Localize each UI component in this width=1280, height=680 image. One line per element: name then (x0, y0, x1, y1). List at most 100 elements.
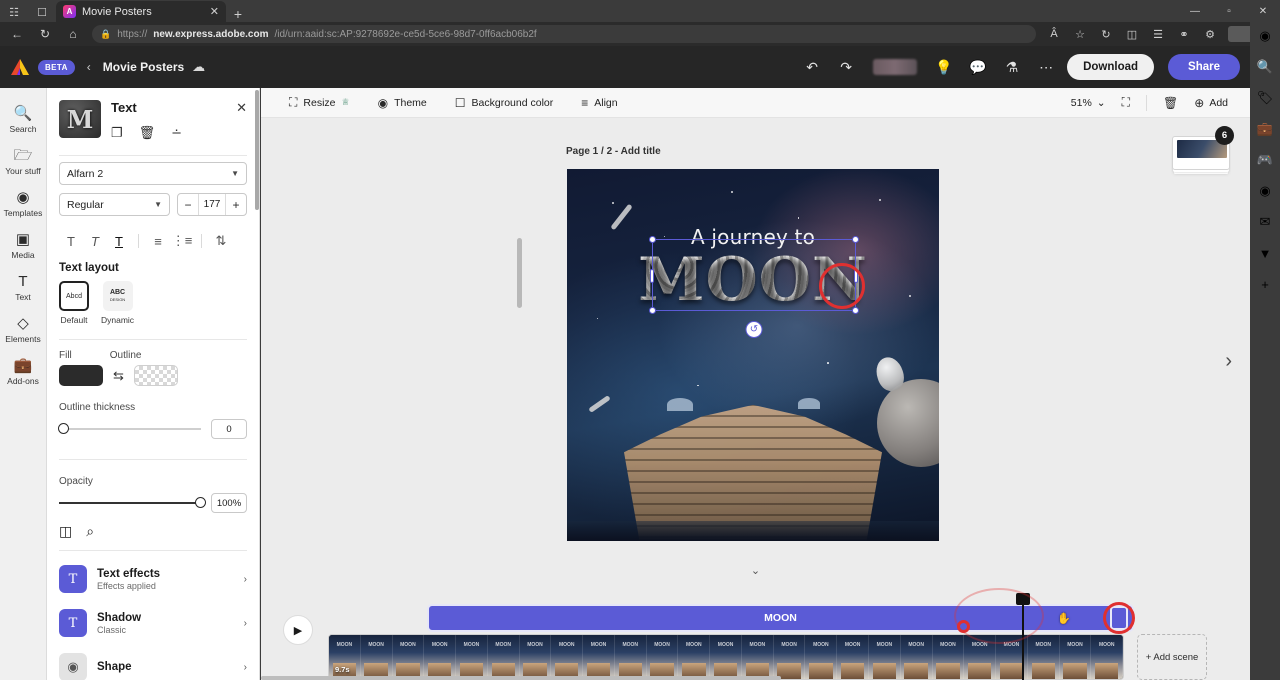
swap-colors-icon[interactable]: ⇆ (113, 368, 124, 384)
canvas-scrollbar[interactable] (517, 238, 522, 308)
italic-icon[interactable]: T (83, 230, 107, 252)
history-icon[interactable]: ↻ (1094, 24, 1118, 44)
collections-icon[interactable]: ☰ (1146, 24, 1170, 44)
filmstrip-frame[interactable]: MOON (456, 635, 488, 679)
outline-thickness-value[interactable]: 0 (211, 419, 247, 439)
decrease-font-size-button[interactable]: − (178, 198, 198, 212)
filmstrip-frame[interactable]: MOON (361, 635, 393, 679)
presence-avatars[interactable] (873, 59, 917, 75)
shadow-row[interactable]: T Shadow Classic › (47, 601, 259, 645)
font-family-select[interactable]: Alfarn 2 ▼ (59, 162, 247, 185)
bold-icon[interactable]: T (59, 230, 83, 252)
duplicate-icon[interactable]: ❐ (111, 125, 123, 141)
ideas-icon[interactable]: 💡 (931, 54, 957, 80)
filmstrip-frame[interactable]: MOON (1091, 635, 1123, 679)
font-size-stepper[interactable]: − 177 + (177, 193, 247, 216)
outline-color-swatch[interactable] (134, 365, 178, 386)
play-button[interactable]: ▶ (283, 615, 313, 645)
outlook-icon[interactable]: ✉ (1255, 212, 1275, 232)
add-icon[interactable]: + (1255, 274, 1275, 294)
next-page-arrow[interactable]: › (1225, 350, 1232, 373)
increase-font-size-button[interactable]: + (226, 198, 246, 212)
resize-handle-br[interactable] (852, 307, 859, 314)
download-button[interactable]: Download (1067, 54, 1154, 80)
filmstrip-frame[interactable]: MOON (551, 635, 583, 679)
favorite-icon[interactable]: ☆ (1068, 24, 1092, 44)
filmstrip-frame[interactable]: MOON (837, 635, 869, 679)
line-spacing-icon[interactable]: ⇅ (209, 230, 233, 252)
filmstrip-frame[interactable]: MOON (583, 635, 615, 679)
downloads-icon[interactable]: ▼ (1255, 243, 1275, 263)
collapse-timeline-chevron[interactable]: ⌄ (733, 562, 779, 578)
labs-icon[interactable]: ⚗ (999, 54, 1025, 80)
share-button[interactable]: Share (1168, 54, 1240, 80)
extensions-icon[interactable]: ⚙ (1198, 24, 1222, 44)
undo-icon[interactable]: ↶ (799, 54, 825, 80)
sidebar-item-your-stuff[interactable]: 🗁 Your stuff (0, 140, 47, 182)
back-icon[interactable]: ← (4, 24, 30, 44)
delete-page-button[interactable]: 🗑 (1155, 96, 1186, 110)
rotate-handle[interactable]: ↺ (746, 321, 763, 338)
add-page-button[interactable]: ⊕ Add (1186, 96, 1236, 110)
copilot-icon[interactable]: ☷ (0, 2, 28, 22)
theme-button[interactable]: ◉ Theme (364, 96, 441, 110)
filmstrip-frame[interactable]: MOON (488, 635, 520, 679)
search-icon[interactable]: 🔍 (1255, 57, 1275, 77)
tools-icon[interactable]: 💼 (1255, 119, 1275, 139)
position-icon[interactable]: ⌕ (86, 523, 94, 540)
filmstrip-frame[interactable]: MOON (742, 635, 774, 679)
copilot-icon[interactable]: ◉ (1255, 26, 1275, 46)
resize-handle-tl[interactable] (649, 236, 656, 243)
resize-handle-tr[interactable] (852, 236, 859, 243)
sidebar-item-text[interactable]: T Text (0, 266, 47, 308)
filmstrip-frame[interactable]: MOON (615, 635, 647, 679)
panel-scrollbar[interactable] (255, 90, 259, 210)
shape-row[interactable]: ◉ Shape › (47, 645, 259, 680)
canvas-area[interactable]: Page 1 / 2 - Add title A journey to MOO (261, 118, 1250, 580)
filmstrip-frame[interactable]: MOON (520, 635, 552, 679)
sidebar-item-templates[interactable]: ◉ Templates (0, 182, 47, 224)
pages-stack[interactable]: 6 (1172, 130, 1230, 170)
resize-handle-bl[interactable] (649, 307, 656, 314)
document-title[interactable]: Movie Posters (103, 60, 184, 74)
sidebar-item-add-ons[interactable]: 💼 Add-ons (0, 350, 47, 392)
zoom-control[interactable]: 51% ⌄ (1071, 97, 1114, 109)
home-icon[interactable]: ⌂ (60, 24, 86, 44)
filmstrip-frame[interactable]: MOON (869, 635, 901, 679)
tab-actions-icon[interactable]: ☐ (28, 2, 56, 22)
resize-button[interactable]: ⛶ Resize ♕ (275, 95, 364, 110)
filmstrip-frame[interactable]: MOON (1028, 635, 1060, 679)
browser-essentials-icon[interactable]: ⚭ (1172, 24, 1196, 44)
redo-icon[interactable]: ↷ (833, 54, 859, 80)
filmstrip-frame[interactable]: MOON (774, 635, 806, 679)
artboard[interactable]: A journey to MOON ↺ (567, 169, 939, 541)
opacity-value[interactable]: 100% (211, 493, 247, 513)
filmstrip-frame[interactable]: MOON (678, 635, 710, 679)
back-to-home-icon[interactable]: ‹ (83, 60, 95, 74)
close-icon[interactable]: ✕ (210, 5, 219, 18)
opacity-knob[interactable] (195, 497, 206, 508)
maximize-icon[interactable]: ▫ (1212, 0, 1246, 22)
filmstrip-frame[interactable]: MOON (393, 635, 425, 679)
text-layout-dynamic[interactable]: ABC DESIGN Dynamic (101, 281, 134, 325)
filmstrip-frame[interactable]: MOON (710, 635, 742, 679)
games-icon[interactable]: 🎮 (1255, 150, 1275, 170)
sidebar-item-media[interactable]: ▣ Media (0, 224, 47, 266)
more-icon[interactable]: ⋯ (1033, 54, 1059, 80)
filmstrip-frame[interactable]: MOON (805, 635, 837, 679)
filmstrip-frame[interactable]: MOON (647, 635, 679, 679)
resize-handle-left[interactable] (650, 269, 654, 283)
filmstrip-frame[interactable]: MOON (1060, 635, 1092, 679)
fill-color-swatch[interactable] (59, 365, 103, 386)
comment-icon[interactable]: 💬 (965, 54, 991, 80)
address-bar[interactable]: 🔒 https://new.express.adobe.com/id/urn:a… (92, 25, 1036, 43)
trash-icon[interactable]: 🗑 (139, 125, 156, 141)
close-window-icon[interactable]: ✕ (1246, 0, 1280, 22)
sidebar-item-elements[interactable]: ◇ Elements (0, 308, 47, 350)
minimize-icon[interactable]: — (1178, 0, 1212, 22)
close-icon[interactable]: ✕ (236, 100, 247, 116)
read-aloud-icon[interactable]: Â (1042, 24, 1066, 44)
font-size-value[interactable]: 177 (198, 194, 226, 215)
filmstrip-frame[interactable]: MOON (901, 635, 933, 679)
adobe-express-logo[interactable] (10, 58, 30, 76)
